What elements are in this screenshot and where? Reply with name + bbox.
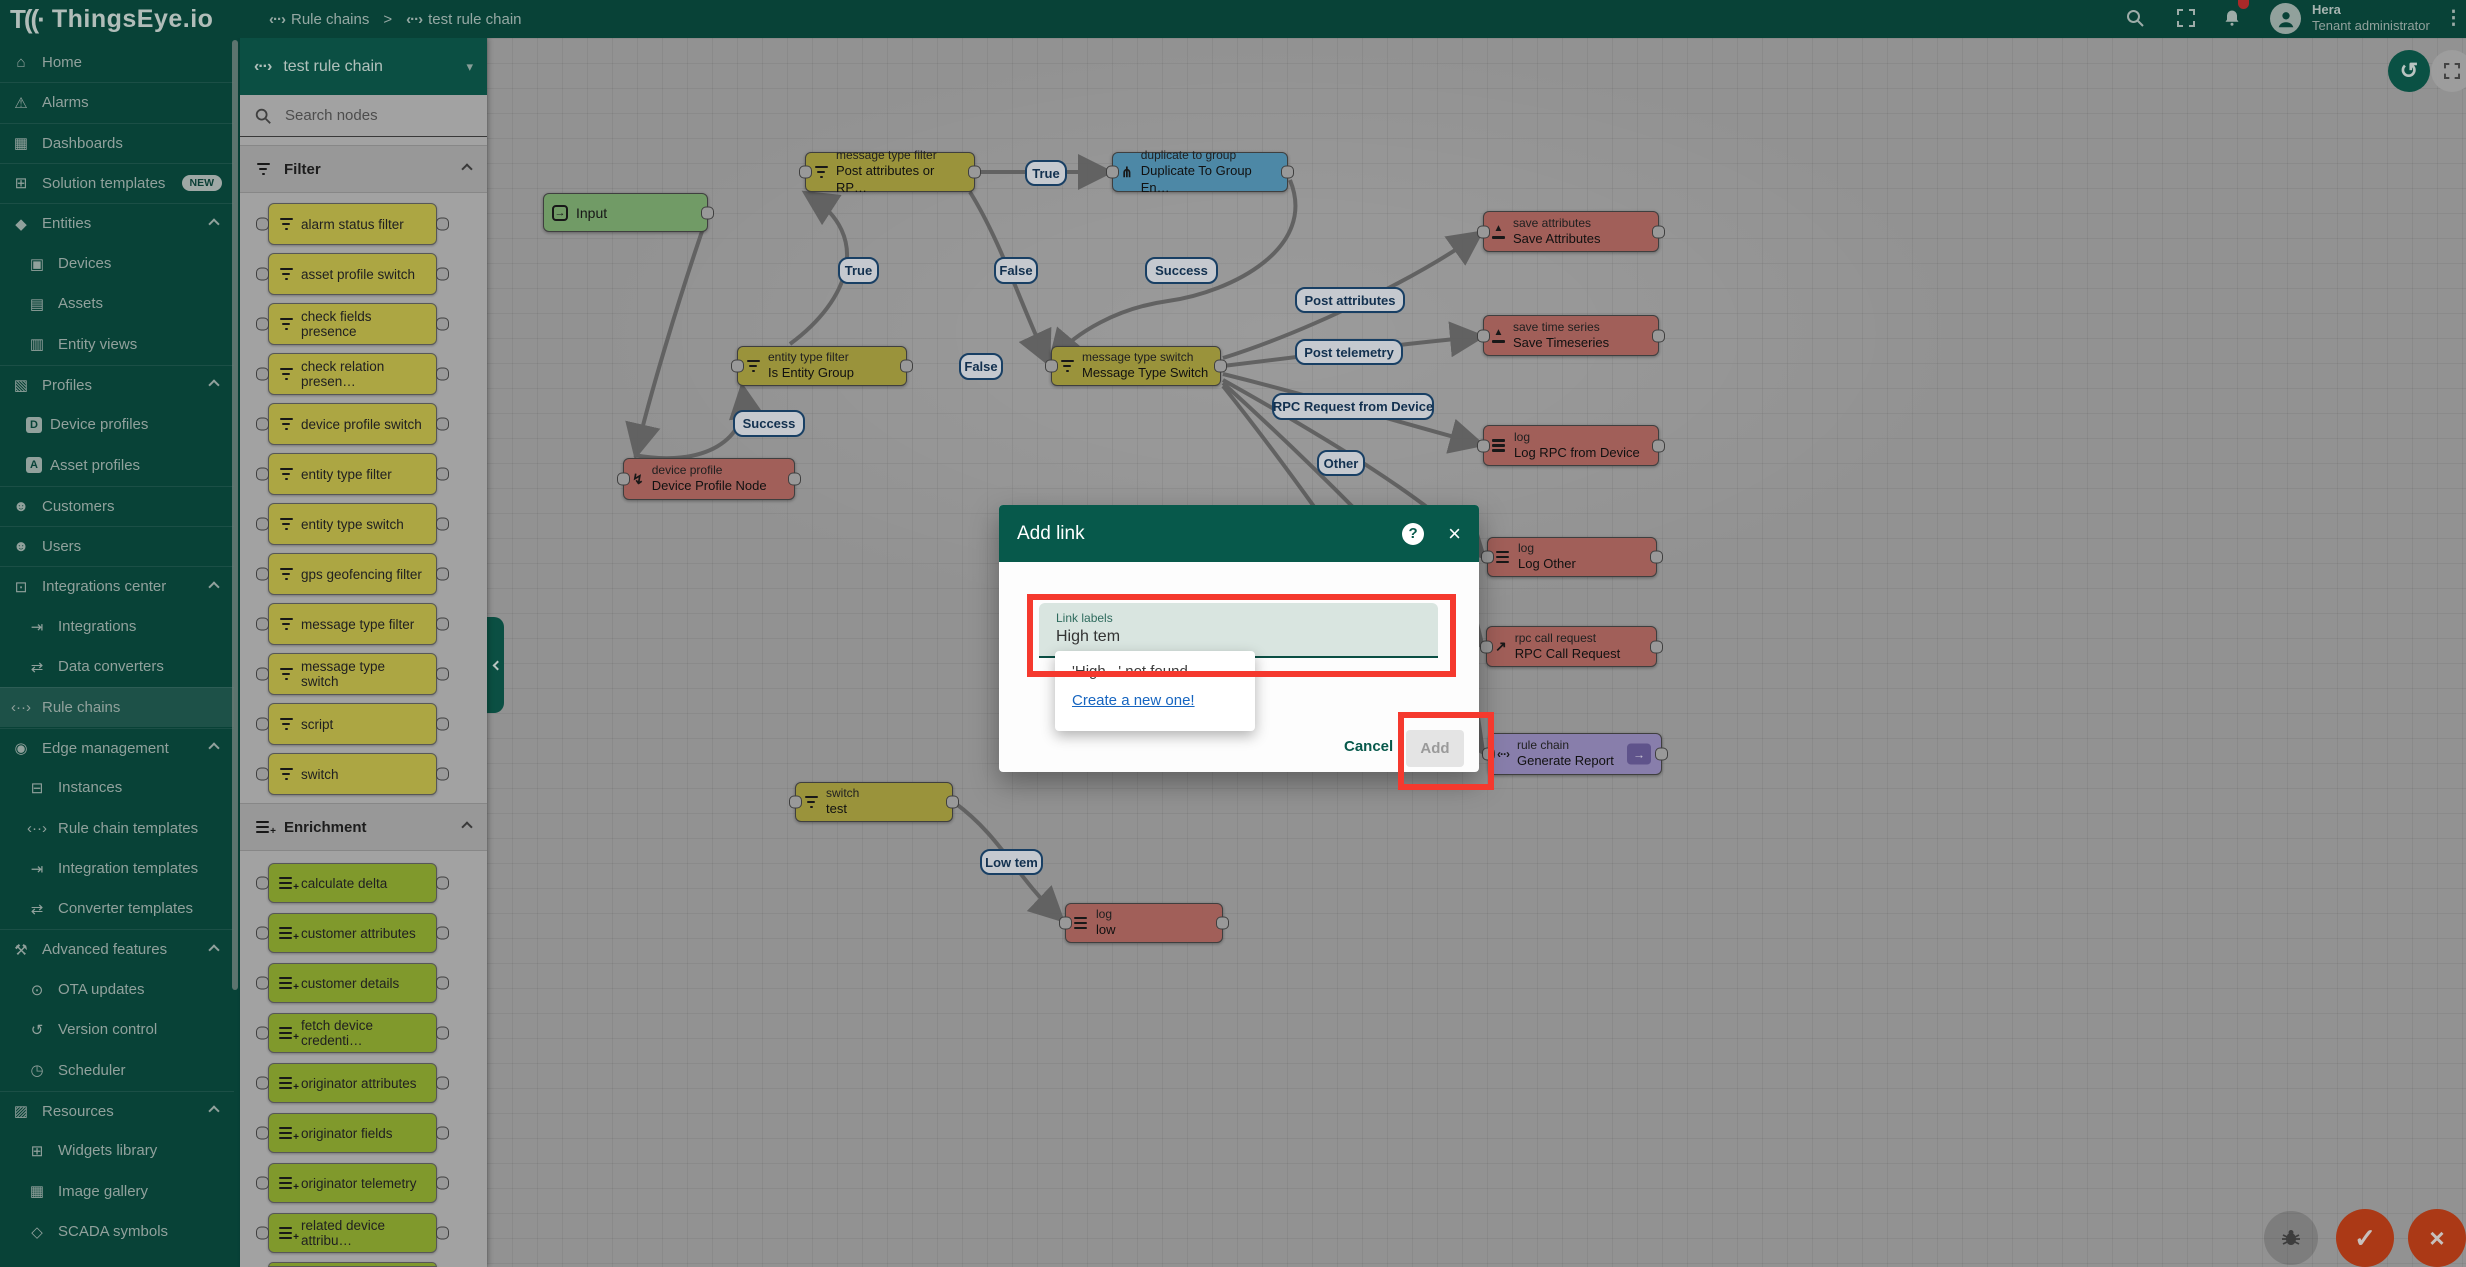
help-button[interactable]: ? — [1402, 523, 1424, 545]
create-new-link[interactable]: Create a new one! — [1072, 692, 1195, 709]
cancel-button[interactable]: Cancel — [1344, 738, 1393, 755]
dialog-title: Add link — [1017, 523, 1085, 545]
dialog-header: Add link ? × — [999, 505, 1479, 562]
annotation-highlight-field — [1027, 594, 1456, 677]
annotation-highlight-add-button — [1398, 712, 1494, 790]
close-dialog-button[interactable]: × — [1448, 523, 1461, 545]
